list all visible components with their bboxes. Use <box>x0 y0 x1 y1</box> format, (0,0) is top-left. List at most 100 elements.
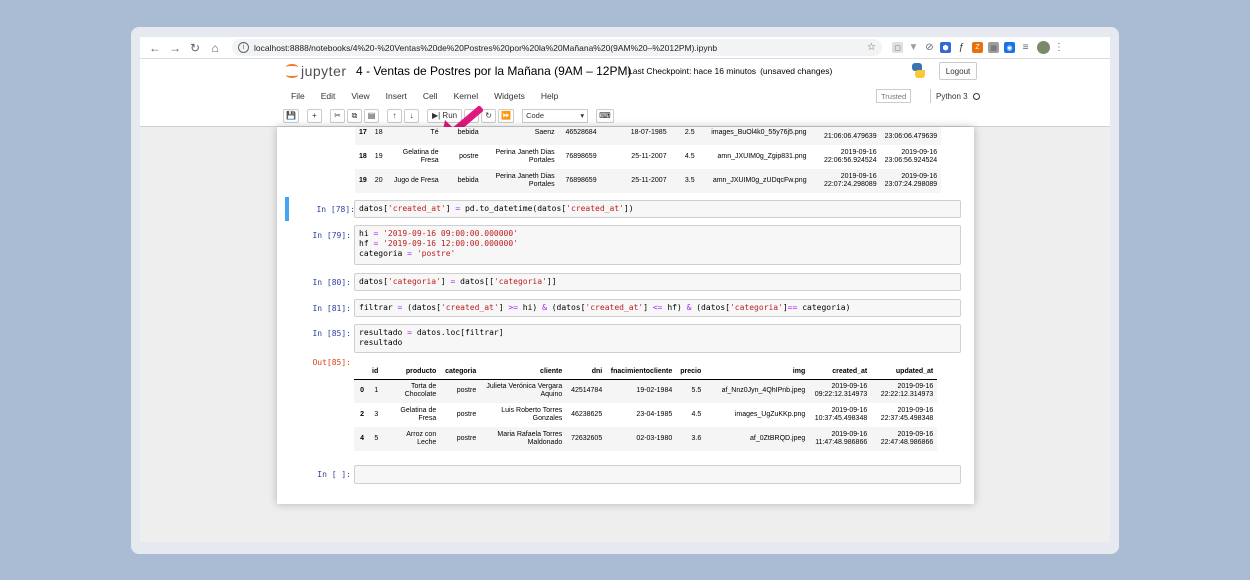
function-icon[interactable]: ƒ <box>956 42 967 53</box>
cell-type-select[interactable]: Code ▾ <box>522 108 589 123</box>
code-cell-empty[interactable]: In [ ]: <box>285 465 965 485</box>
jupyter-logo-icon <box>286 63 298 79</box>
result-dataframe: id producto categoria cliente dni fnacimiento… <box>354 365 938 451</box>
reload-icon[interactable]: ↻ <box>186 39 204 57</box>
forward-icon[interactable]: → <box>166 39 184 57</box>
menu-view[interactable]: View <box>343 91 377 101</box>
move-down-icon[interactable]: ↓ <box>403 108 419 123</box>
cell-cliente: Saenz <box>482 127 559 145</box>
menu-cell[interactable]: Cell <box>415 91 446 101</box>
code-token: datos.loc[filtrar] <box>412 328 504 337</box>
code-token: ] <box>643 303 653 312</box>
grid-icon[interactable]: ▦ <box>988 42 999 53</box>
back-icon[interactable]: ← <box>146 39 164 57</box>
code-input-80[interactable]: datos['categoria'] = datos[['categoria']… <box>354 273 961 291</box>
code-input-81[interactable]: filtrar = (datos['created_at'] >= hi) & … <box>354 299 961 317</box>
cell-categoria: bebida <box>442 127 483 145</box>
insert-cell-icon[interactable]: + <box>306 108 322 123</box>
unsaved-text: (unsaved changes) <box>760 66 833 76</box>
cell-id: 1 <box>368 379 383 403</box>
browser-window: ← → ↻ ⌂ i localhost:8888/notebooks/4%20-… <box>140 37 1110 542</box>
code-input-79[interactable]: hi = '2019-09-16 09:00:00.000000' hf = '… <box>354 225 961 265</box>
copy-icon[interactable]: ⧉ <box>346 108 362 123</box>
column-header: created_at <box>809 365 872 380</box>
address-bar[interactable]: i localhost:8888/notebooks/4%20-%20Venta… <box>232 39 882 56</box>
code-token: '2019-09-16 12:00:00.000000' <box>383 239 518 248</box>
cell-created: 2019-09-16 22:06:56.924524 <box>824 149 877 164</box>
code-cell-78[interactable]: In [78]: datos['created_at'] = pd.to_dat… <box>285 197 965 221</box>
cell-cliente: Maria Rafaela Torres Maldonado <box>480 427 567 451</box>
cell-cliente: Luis Roberto Torres Gonzales <box>501 407 563 422</box>
cell-id: 5 <box>368 427 383 451</box>
menu-kernel[interactable]: Kernel <box>446 91 487 101</box>
target-icon[interactable]: ◉ <box>1004 42 1015 53</box>
home-icon[interactable]: ⌂ <box>206 39 224 57</box>
cell-cliente: Julieta Verónica Vergara Aquino <box>480 379 567 403</box>
output-cell-85: Out[85]: id producto categoria cliente dni fn… <box>285 357 965 461</box>
cell-updated: 2019-09-16 22:47:48.986866 <box>871 427 938 451</box>
code-input-85[interactable]: resultado = datos.loc[filtrar] resultado <box>354 324 961 353</box>
info-icon[interactable]: i <box>238 42 249 53</box>
cell-updated: 2019-09-16 22:37:45.498348 <box>880 407 934 422</box>
cell-categoria: bebida <box>442 169 483 193</box>
cut-icon[interactable]: ✂ <box>329 108 345 123</box>
cell-prompt: In [81]: <box>312 304 351 313</box>
fast-forward-icon[interactable]: ⏩ <box>498 108 515 123</box>
paste-icon[interactable]: ▤ <box>363 108 379 123</box>
move-up-icon[interactable]: ↑ <box>386 108 402 123</box>
header-index <box>354 365 368 380</box>
code-cell-81[interactable]: In [81]: filtrar = (datos['created_at'] … <box>285 299 965 319</box>
notebook-title[interactable]: 4 - Ventas de Postres por la Mañana (9AM… <box>356 64 631 78</box>
code-cell-80[interactable]: In [80]: datos['categoria'] = datos[['ca… <box>285 273 965 293</box>
row-index: 4 <box>354 427 368 451</box>
cell-fnac: 02-03-1980 <box>606 427 677 451</box>
cell-id: 3 <box>374 411 379 418</box>
menu-widgets[interactable]: Widgets <box>486 91 533 101</box>
bookmark-star-icon[interactable]: ☆ <box>867 42 876 53</box>
screenshot-frame: ← → ↻ ⌂ i localhost:8888/notebooks/4%20-… <box>131 27 1119 554</box>
z-icon[interactable]: Z <box>972 42 983 53</box>
cell-updated: 2019-09-16 22:22:12.314973 <box>871 379 938 403</box>
menu-file[interactable]: File <box>283 91 313 101</box>
trusted-badge[interactable]: Trusted <box>876 89 912 103</box>
code-input-78[interactable]: datos['created_at'] = pd.to_datetime(dat… <box>354 200 961 218</box>
cell-producto: Gelatina de Fresa <box>400 407 437 422</box>
cell-precio: 4.5 <box>684 153 695 160</box>
code-token: >= <box>508 303 518 312</box>
menu-edit[interactable]: Edit <box>313 91 344 101</box>
code-cell-85[interactable]: In [85]: resultado = datos.loc[filtrar] r… <box>285 324 965 354</box>
jupyter-logo[interactable]: jupyter <box>286 63 347 79</box>
logout-button[interactable]: Logout <box>939 62 977 80</box>
code-token: hf <box>359 239 374 248</box>
shield-icon[interactable]: ▼ <box>908 42 919 53</box>
cell-categoria: postre <box>456 411 477 418</box>
url-text: localhost:8888/notebooks/4%20-%20Ventas%… <box>254 42 718 53</box>
menu-insert[interactable]: Insert <box>378 91 415 101</box>
checkpoint-text: Last Checkpoint: hace 16 minutos <box>628 66 757 76</box>
code-token: <= <box>652 303 663 312</box>
circle-slash-icon[interactable]: ⊘ <box>924 42 935 53</box>
avatar[interactable] <box>1037 41 1050 54</box>
code-input-empty[interactable] <box>354 465 961 484</box>
keyboard-icon[interactable]: ⌨ <box>596 108 614 123</box>
restart-icon[interactable]: ↻ <box>481 108 497 123</box>
browser-menu-icon[interactable]: ⋮ <box>1054 42 1064 53</box>
menu-help[interactable]: Help <box>533 91 566 101</box>
cell-precio: 3.5 <box>670 169 699 193</box>
menu-icon[interactable]: ≡ <box>1020 42 1031 53</box>
code-token: (datos[ <box>546 303 586 312</box>
jupyter-header: jupyter 4 - Ventas de Postres por la Mañ… <box>140 59 1110 140</box>
cell-updated: 2019-09-16 23:06:56.924524 <box>884 149 938 164</box>
badge-icon[interactable]: ⬢ <box>940 42 951 53</box>
code-cell-79[interactable]: In [79]: hi = '2019-09-16 09:00:00.00000… <box>285 225 965 267</box>
cell-precio: 2.5 <box>670 127 699 145</box>
kernel-indicator: Python 3 <box>930 89 980 103</box>
code-token: ] <box>440 277 451 286</box>
save-icon[interactable]: 💾 <box>283 108 299 123</box>
nav-buttons: ← → ↻ ⌂ <box>146 39 224 57</box>
output-area: id producto categoria cliente dni fnacimiento… <box>354 365 938 451</box>
row-index: 17 <box>355 127 371 145</box>
incognito-icon[interactable]: ▢ <box>892 42 903 53</box>
table-row: 18 19 Gelatina de Fresa postre Perina Janeth … <box>355 145 941 169</box>
cell-prompt: In [78]: <box>316 205 355 214</box>
